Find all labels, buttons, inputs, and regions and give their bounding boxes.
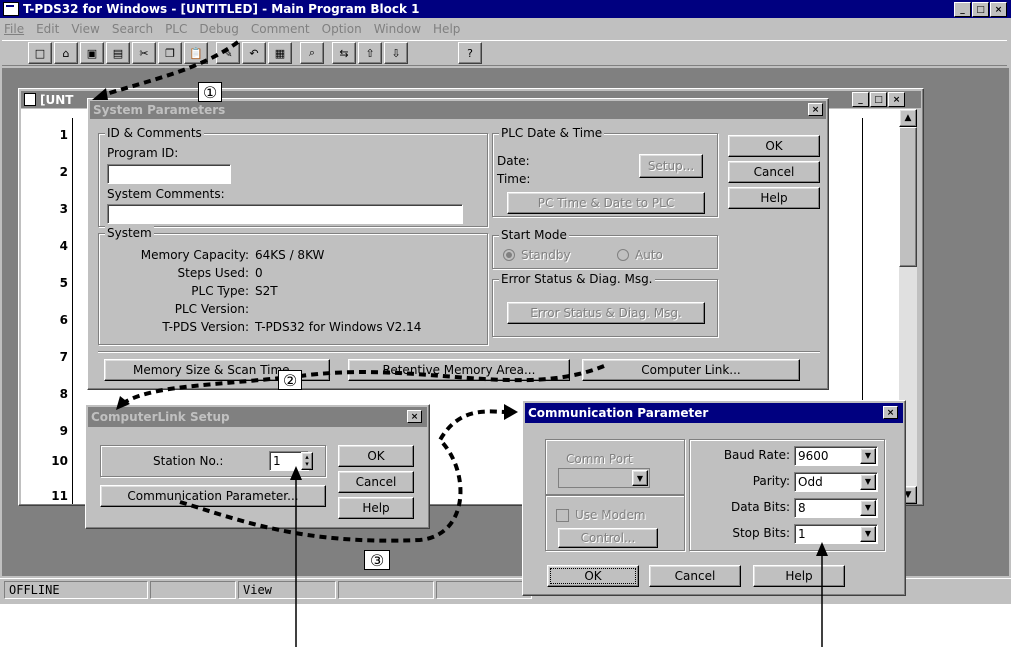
step-1-marker: ① — [198, 82, 222, 102]
step-3-arrow — [179, 409, 509, 543]
step-2-marker: ② — [278, 370, 302, 390]
station-callout-arrowhead — [290, 466, 302, 480]
step-3-marker: ③ — [364, 550, 390, 570]
step-3-arrowhead — [504, 404, 518, 420]
annotation-overlay — [92, 40, 828, 647]
step-1-arrowhead — [92, 88, 108, 100]
step-2-arrow — [120, 364, 605, 406]
step-2-arrowhead — [116, 396, 130, 410]
stopbits-callout-arrowhead — [816, 542, 828, 556]
